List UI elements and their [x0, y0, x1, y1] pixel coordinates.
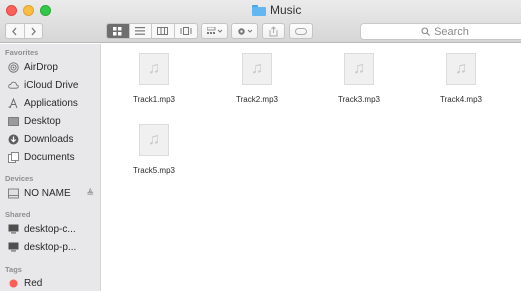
sidebar-item-label: Desktop — [24, 115, 61, 127]
desktop-icon — [8, 116, 19, 127]
search-placeholder: Search — [434, 25, 469, 38]
sidebar-item-downloads[interactable]: Downloads — [8, 131, 100, 147]
sidebar-item-desktop-p[interactable]: desktop-p... — [8, 239, 100, 255]
forward-button[interactable] — [25, 24, 43, 38]
tags-header: Tags — [5, 265, 22, 274]
file-item[interactable]: ♫ Track2.mp3 — [217, 53, 297, 104]
file-name: Track5.mp3 — [133, 166, 175, 175]
cover-flow-button[interactable] — [175, 24, 197, 38]
window-title-area: Music — [252, 3, 301, 17]
list-icon — [135, 27, 146, 35]
back-button[interactable] — [6, 24, 25, 38]
icon-view-button[interactable] — [107, 24, 130, 38]
folder-icon — [252, 4, 266, 16]
sidebar-item-label: Red — [24, 277, 43, 289]
file-name: Track4.mp3 — [440, 95, 482, 104]
devices-header: Devices — [5, 174, 34, 183]
search-icon — [421, 27, 430, 36]
file-item[interactable]: ♫ Track4.mp3 — [421, 53, 501, 104]
cover-flow-icon — [180, 27, 192, 35]
sidebar-item-applications[interactable]: Applications — [8, 95, 100, 111]
chevron-left-icon — [12, 27, 17, 35]
action-button[interactable] — [231, 23, 258, 39]
tags-button[interactable] — [289, 23, 313, 39]
sidebar-item-desktop-c[interactable]: desktop-c... — [8, 221, 100, 237]
file-browser: ♫ Track1.mp3 ♫ Track2.mp3 ♫ Track3.mp3 ♫… — [102, 44, 521, 291]
music-file-icon: ♫ — [139, 53, 169, 85]
view-mode-group — [106, 23, 198, 39]
sidebar-item-icloud-drive[interactable]: iCloud Drive — [8, 77, 100, 93]
title-bar: Music Search — [0, 0, 521, 43]
shared-header: Shared — [5, 210, 31, 219]
eject-icon[interactable]: ≜ — [86, 188, 94, 199]
sidebar-item-label: iCloud Drive — [24, 79, 79, 91]
music-file-icon: ♫ — [344, 53, 374, 85]
file-item[interactable]: ♫ Track3.mp3 — [319, 53, 399, 104]
tag-icon — [295, 27, 307, 35]
column-view-button[interactable] — [152, 24, 175, 38]
back-forward-group — [5, 23, 43, 39]
download-icon — [8, 134, 19, 145]
chevron-right-icon — [31, 27, 36, 35]
file-name: Track1.mp3 — [133, 95, 175, 104]
file-name: Track2.mp3 — [236, 95, 278, 104]
gear-icon — [237, 27, 252, 35]
sidebar-item-label: desktop-p... — [24, 241, 77, 253]
list-view-button[interactable] — [130, 24, 152, 38]
grid-icon — [113, 26, 122, 35]
file-item[interactable]: ♫ Track1.mp3 — [114, 53, 194, 104]
red-tag-icon — [8, 278, 19, 289]
sidebar-item-tag-red[interactable]: Red — [8, 275, 100, 291]
columns-icon — [157, 27, 169, 35]
window-title: Music — [270, 3, 302, 17]
sidebar: Favorites AirDrop iCloud Drive Applicati… — [0, 44, 101, 291]
favorites-header: Favorites — [5, 48, 39, 57]
finder-window: Music Search Favorites AirDrop iCloud Dr… — [0, 0, 521, 291]
cloud-icon — [8, 80, 19, 91]
airdrop-icon — [8, 61, 19, 73]
maximize-window-button[interactable] — [40, 5, 51, 16]
file-item[interactable]: ♫ Track5.mp3 — [114, 124, 194, 175]
arrange-icon — [206, 26, 222, 34]
sidebar-item-label: Documents — [24, 151, 75, 163]
share-button[interactable] — [262, 23, 285, 39]
sidebar-item-label: NO NAME — [24, 187, 71, 199]
computer-icon — [8, 224, 19, 235]
music-file-icon: ♫ — [139, 124, 169, 156]
sidebar-item-label: AirDrop — [24, 61, 58, 73]
sidebar-item-desktop[interactable]: Desktop — [8, 113, 100, 129]
music-file-icon: ♫ — [242, 53, 272, 85]
close-window-button[interactable] — [6, 5, 17, 16]
search-field[interactable]: Search — [360, 23, 521, 40]
drive-icon — [8, 188, 19, 199]
share-icon — [269, 25, 278, 36]
arrange-button[interactable] — [201, 23, 228, 39]
applications-icon — [8, 97, 19, 109]
file-name: Track3.mp3 — [338, 95, 380, 104]
sidebar-item-no-name[interactable]: NO NAME ≜ — [8, 185, 100, 201]
sidebar-item-airdrop[interactable]: AirDrop — [8, 59, 100, 75]
sidebar-item-label: Downloads — [24, 133, 74, 145]
sidebar-item-label: desktop-c... — [24, 223, 76, 235]
sidebar-item-documents[interactable]: Documents — [8, 149, 100, 165]
music-file-icon: ♫ — [446, 53, 476, 85]
minimize-window-button[interactable] — [23, 5, 34, 16]
documents-icon — [8, 151, 19, 163]
sidebar-item-label: Applications — [24, 97, 78, 109]
computer-icon — [8, 242, 19, 253]
